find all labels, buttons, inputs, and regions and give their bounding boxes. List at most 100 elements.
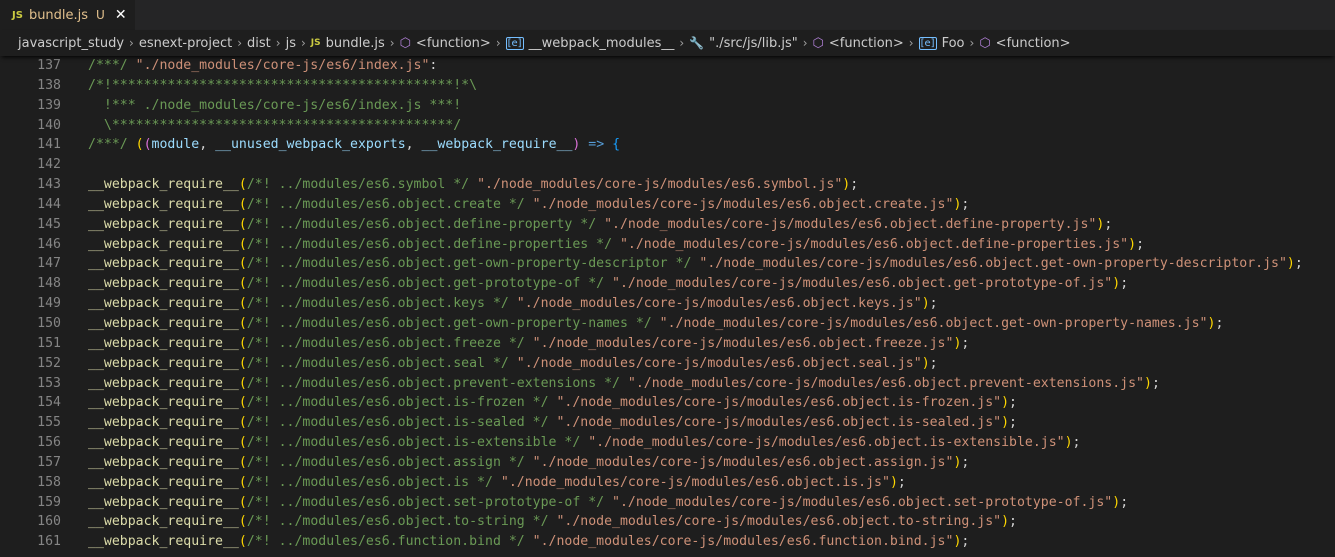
punct-token: ; bbox=[929, 296, 938, 312]
line-number: 138 bbox=[37, 77, 61, 93]
function-token: __webpack_require__ bbox=[88, 296, 239, 312]
line-number: 161 bbox=[37, 534, 61, 550]
close-icon[interactable]: ✕ bbox=[115, 8, 127, 22]
function-token: __webpack_require__ bbox=[88, 375, 239, 391]
breadcrumb-item[interactable]: ⬡ <function> bbox=[400, 36, 491, 51]
function-token: __webpack_require__ bbox=[88, 196, 239, 212]
code-line: 160 __webpack_require__(/*! ../modules/es… bbox=[0, 512, 1335, 532]
tab-bundle-js[interactable]: JS bundle.js U ✕ bbox=[0, 0, 135, 30]
punct-token: ; bbox=[1215, 315, 1224, 331]
breadcrumb-separator: › bbox=[300, 36, 306, 50]
breadcrumb-item[interactable]: JS bundle.js bbox=[311, 36, 385, 51]
code-line: 145 __webpack_require__(/*! ../modules/es… bbox=[0, 215, 1335, 235]
breadcrumb-label: js bbox=[285, 35, 296, 51]
breadcrumb-item[interactable]: [e] __webpack_modules__ bbox=[505, 35, 675, 51]
string-token: "./node_modules/core-js/modules/es6.obje… bbox=[699, 256, 1287, 272]
breadcrumb-item[interactable]: javascript_study bbox=[18, 36, 124, 51]
comment-token: /*! ../modules/es6.object.to-string */ bbox=[246, 514, 557, 530]
line-content: __webpack_require__(/*! ../modules/es6.o… bbox=[61, 453, 969, 473]
comment-token: /***/ bbox=[88, 137, 136, 153]
line-content: !*** ./node_modules/core-js/es6/index.js… bbox=[61, 96, 461, 116]
git-status-badge: U bbox=[96, 8, 105, 22]
code-line: 144 __webpack_require__(/*! ../modules/es… bbox=[0, 195, 1335, 215]
line-content: __webpack_require__(/*! ../modules/es6.o… bbox=[61, 512, 1017, 532]
breadcrumb-separator: › bbox=[389, 36, 395, 50]
string-token: "./node_modules/core-js/modules/es6.obje… bbox=[588, 435, 1065, 451]
breadcrumb-label: dist bbox=[247, 35, 271, 51]
paren-token: ) bbox=[1001, 514, 1010, 530]
breadcrumb: javascript_study › esnext-project › dist › js ›… bbox=[0, 30, 1335, 56]
code-line: 159 __webpack_require__(/*! ../modules/es… bbox=[0, 493, 1335, 513]
code-editor[interactable]: 137/***/ "./node_modules/core-js/es6/ind… bbox=[0, 56, 1335, 557]
paren-token: ( bbox=[238, 534, 247, 550]
function-token: __webpack_require__ bbox=[88, 395, 239, 411]
string-token: "./node_modules/core-js/modules/es6.obje… bbox=[516, 296, 922, 312]
code-line: 156 __webpack_require__(/*! ../modules/es… bbox=[0, 433, 1335, 453]
breadcrumb-label: <function> bbox=[995, 35, 1071, 51]
code-line: 154 __webpack_require__(/*! ../modules/es… bbox=[0, 393, 1335, 413]
punct-token: ; bbox=[1009, 415, 1017, 431]
paren-token: ( bbox=[238, 276, 247, 292]
line-content: /***/ "./node_modules/core-js/es6/index.… bbox=[61, 56, 437, 76]
function-token: __webpack_require__ bbox=[88, 435, 239, 451]
comment-token: /*! ../modules/es6.object.get-own-proper… bbox=[246, 256, 700, 272]
code-line: 152 __webpack_require__(/*! ../modules/es… bbox=[0, 354, 1335, 374]
string-token: "./node_modules/core-js/modules/es6.obje… bbox=[627, 375, 1144, 391]
code-line: 149 __webpack_require__(/*! ../modules/es… bbox=[0, 294, 1335, 314]
breadcrumb-label: __webpack_modules__ bbox=[528, 35, 675, 51]
punct-token: ; bbox=[1120, 276, 1129, 292]
comment-token: /*! ../modules/es6.object.keys */ bbox=[246, 296, 517, 312]
comment-token: /*! ../modules/es6.symbol */ bbox=[246, 177, 478, 193]
string-token: "./node_modules/core-js/modules/es6.obje… bbox=[619, 236, 1129, 252]
string-token: "./node_modules/core-js/modules/es6.obje… bbox=[659, 315, 1208, 331]
line-content bbox=[61, 155, 88, 175]
code-line: 142 bbox=[0, 155, 1335, 175]
function-token: __webpack_require__ bbox=[88, 315, 239, 331]
string-token: "./node_modules/core-js/modules/es6.symb… bbox=[477, 177, 843, 193]
cube-icon: ⬡ bbox=[979, 35, 991, 51]
function-token: __webpack_require__ bbox=[88, 256, 239, 272]
code-line: 140 \***********************************… bbox=[0, 116, 1335, 136]
string-token: "./node_modules/core-js/modules/es6.obje… bbox=[556, 514, 1002, 530]
breadcrumb-item[interactable]: dist bbox=[247, 36, 271, 51]
breadcrumb-label: <function> bbox=[828, 35, 904, 51]
comment-token: /*! ../modules/es6.object.get-prototype-… bbox=[246, 276, 613, 292]
function-token: __webpack_require__ bbox=[88, 474, 239, 490]
comment-token: /*! ../modules/es6.object.seal */ bbox=[246, 355, 517, 371]
cube-icon: ⬡ bbox=[812, 35, 824, 51]
breadcrumb-item[interactable]: js bbox=[286, 36, 296, 51]
string-token: "./node_modules/core-js/modules/es6.obje… bbox=[516, 355, 922, 371]
breadcrumb-item[interactable]: [e] Foo bbox=[918, 36, 965, 51]
param-token: __webpack_require__ bbox=[421, 137, 573, 153]
punct-token: ; bbox=[1294, 256, 1303, 272]
line-number: 156 bbox=[37, 435, 61, 451]
breadcrumb-item[interactable]: esnext-project bbox=[139, 36, 232, 51]
paren-token: ) bbox=[921, 355, 930, 371]
breadcrumb-item[interactable]: 🔧 "./src/js/lib.js" bbox=[689, 36, 798, 51]
line-content: __webpack_require__(/*! ../modules/es6.s… bbox=[61, 175, 858, 195]
punct-token: ; bbox=[961, 196, 970, 212]
breadcrumb-item[interactable]: ⬡ <function> bbox=[813, 36, 904, 51]
comment-token: /*! ../modules/es6.object.define-propert… bbox=[246, 216, 605, 232]
line-number: 143 bbox=[37, 177, 61, 193]
string-token: "./node_modules/core-js/modules/es6.obje… bbox=[556, 395, 1002, 411]
function-token: __webpack_require__ bbox=[88, 236, 239, 252]
breadcrumb-separator: › bbox=[275, 36, 281, 50]
line-content: __webpack_require__(/*! ../modules/es6.o… bbox=[61, 393, 1017, 413]
function-token: __webpack_require__ bbox=[88, 454, 239, 470]
comment-token: /*! ../modules/es6.object.is-frozen */ bbox=[246, 395, 557, 411]
line-content: __webpack_require__(/*! ../modules/es6.o… bbox=[61, 354, 938, 374]
paren-token: ) bbox=[1128, 236, 1137, 252]
breadcrumb-separator: › bbox=[908, 36, 914, 50]
breadcrumb-label: <function> bbox=[415, 35, 491, 51]
code-line: 161 __webpack_require__(/*! ../modules/es… bbox=[0, 532, 1335, 552]
paren-token: ( bbox=[135, 137, 144, 153]
punct-token: ; bbox=[961, 335, 970, 351]
function-token: __webpack_require__ bbox=[88, 276, 239, 292]
breadcrumb-item[interactable]: ⬡ <function> bbox=[979, 36, 1070, 51]
paren-token: ( bbox=[238, 315, 247, 331]
string-token: "./node_modules/core-js/modules/es6.obje… bbox=[612, 494, 1113, 510]
line-content: __webpack_require__(/*! ../modules/es6.o… bbox=[61, 274, 1128, 294]
code-line: 147 __webpack_require__(/*! ../modules/es… bbox=[0, 254, 1335, 274]
punct-token: ; bbox=[1009, 514, 1017, 530]
